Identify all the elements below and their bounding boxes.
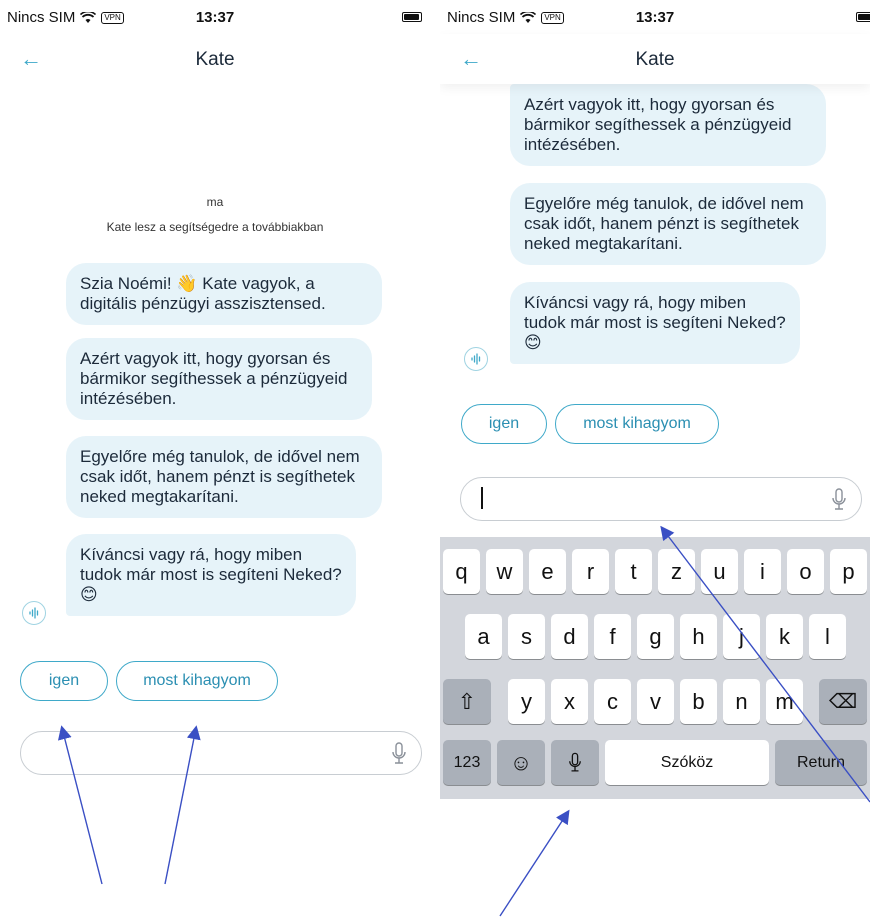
key-a[interactable]: a (465, 614, 502, 659)
message-bubble: Azért vagyok itt, hogy gyorsan és bármik… (510, 84, 826, 166)
dictation-key[interactable] (551, 740, 599, 785)
emoji-key[interactable]: ☺ (497, 740, 545, 785)
key-w[interactable]: w (486, 549, 523, 594)
microphone-icon[interactable] (831, 488, 847, 512)
quick-reply-yes[interactable]: igen (20, 661, 108, 701)
onscreen-keyboard: q w e r t z u i o p a s d f g h j k l ⇧ … (440, 537, 870, 799)
key-g[interactable]: g (637, 614, 674, 659)
nav-bar: ← Kate (440, 34, 870, 84)
shift-key[interactable]: ⇧ (443, 679, 491, 724)
key-m[interactable]: m (766, 679, 803, 724)
quick-reply-yes[interactable]: igen (461, 404, 547, 444)
return-key[interactable]: Return (775, 740, 867, 785)
key-c[interactable]: c (594, 679, 631, 724)
page-title: Kate (195, 49, 235, 70)
key-e[interactable]: e (529, 549, 566, 594)
key-i[interactable]: i (744, 549, 781, 594)
key-h[interactable]: h (680, 614, 717, 659)
key-u[interactable]: u (701, 549, 738, 594)
battery-icon (856, 12, 870, 22)
quick-reply-skip[interactable]: most kihagyom (116, 661, 278, 701)
status-bar: Nincs SIM VPN 13:37 (0, 0, 430, 34)
bot-voice-icon (464, 347, 488, 371)
key-k[interactable]: k (766, 614, 803, 659)
key-l[interactable]: l (809, 614, 846, 659)
key-q[interactable]: q (443, 549, 480, 594)
key-f[interactable]: f (594, 614, 631, 659)
chat-screen-keyboard: Nincs SIM VPN 13:37 ← Kate Azért vagyok … (440, 0, 870, 919)
key-b[interactable]: b (680, 679, 717, 724)
key-n[interactable]: n (723, 679, 760, 724)
text-cursor (481, 487, 483, 509)
page-title: Kate (635, 49, 675, 70)
microphone-icon[interactable] (391, 742, 407, 766)
message-bubble: Azért vagyok itt, hogy gyorsan és bármik… (66, 338, 372, 420)
bot-voice-icon (22, 601, 46, 625)
status-bar: Nincs SIM VPN 13:37 (440, 0, 870, 34)
key-v[interactable]: v (637, 679, 674, 724)
message-bubble: Kíváncsi vagy rá, hogy miben tudok már m… (510, 282, 800, 364)
clock: 13:37 (635, 9, 675, 26)
message-input[interactable] (460, 477, 862, 521)
microphone-icon (569, 752, 581, 772)
quick-reply-skip[interactable]: most kihagyom (555, 404, 719, 444)
space-key[interactable]: Szóköz (605, 740, 769, 785)
battery-icon (402, 12, 422, 22)
key-j[interactable]: j (723, 614, 760, 659)
key-p[interactable]: p (830, 549, 867, 594)
key-o[interactable]: o (787, 549, 824, 594)
key-x[interactable]: x (551, 679, 588, 724)
message-input[interactable] (20, 731, 422, 775)
numbers-key[interactable]: 123 (443, 740, 491, 785)
backspace-key[interactable]: ⌫ (819, 679, 867, 724)
key-y[interactable]: y (508, 679, 545, 724)
message-bubble: Egyelőre még tanulok, de idővel nem csak… (66, 436, 382, 518)
chat-screen-initial: Nincs SIM VPN 13:37 ← Kate ma Kate lesz … (0, 0, 430, 919)
handover-notice: Kate lesz a segítségedre a továbbiakban (106, 220, 324, 234)
key-s[interactable]: s (508, 614, 545, 659)
key-r[interactable]: r (572, 549, 609, 594)
nav-bar: ← Kate (0, 34, 430, 84)
message-bubble: Kíváncsi vagy rá, hogy miben tudok már m… (66, 534, 356, 616)
key-t[interactable]: t (615, 549, 652, 594)
message-bubble: Szia Noémi! 👋 Kate vagyok, a digitális p… (66, 263, 382, 325)
key-d[interactable]: d (551, 614, 588, 659)
message-bubble: Egyelőre még tanulok, de idővel nem csak… (510, 183, 826, 265)
day-separator: ma (206, 195, 224, 209)
clock: 13:37 (195, 9, 235, 26)
key-z[interactable]: z (658, 549, 695, 594)
